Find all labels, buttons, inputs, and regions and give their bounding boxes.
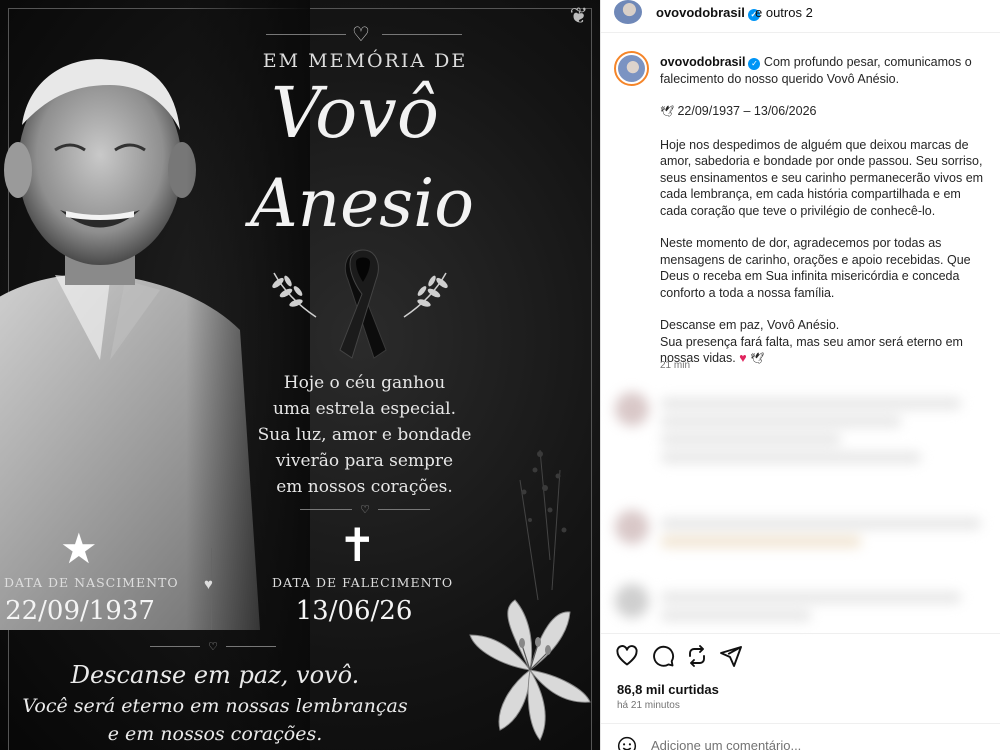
star-icon: ★ xyxy=(60,524,98,573)
caption-line: Sua presença fará falta, mas seu amor se… xyxy=(660,334,963,366)
avatar-image xyxy=(618,55,645,82)
comment-input[interactable] xyxy=(651,738,911,750)
laurel-branch-icon xyxy=(272,272,317,318)
share-icon[interactable] xyxy=(685,644,709,668)
farewell-line: Descanse em paz, vovô. xyxy=(70,661,360,689)
caption-paragraph: Neste momento de dor, agradecemos por to… xyxy=(660,236,971,300)
heart-icon: ♥ xyxy=(204,576,213,593)
heart-icon: ♡ xyxy=(150,640,276,653)
quote-line: Hoje o céu ganhou xyxy=(283,373,446,393)
post-author-username[interactable]: ovovodobrasil ✓ xyxy=(656,5,760,21)
birth-date: 22/09/1937 xyxy=(5,596,155,626)
divider xyxy=(266,34,346,35)
farewell-line: Você será eterno em nossas lembranças xyxy=(22,695,408,717)
post-caption: ovovodobrasil ✓ Com profundo pesar, comun… xyxy=(660,54,990,384)
divider xyxy=(601,32,1000,33)
dove-icon: 🕊 xyxy=(660,106,674,118)
caption-timestamp[interactable]: 21 min xyxy=(660,360,690,371)
caption-paragraph: Hoje nos despedimos de alguém que deixou… xyxy=(660,137,984,218)
avatar[interactable] xyxy=(614,51,649,86)
post-header: ovovodobrasil ✓ e outros 2 xyxy=(601,0,1000,26)
send-icon[interactable] xyxy=(719,644,743,668)
ornament-icon: ❦ xyxy=(569,4,588,29)
caption-username[interactable]: ovovodobrasil xyxy=(660,55,745,69)
heart-icon: ♡ xyxy=(352,24,370,46)
lily-flower-icon xyxy=(469,449,591,741)
verified-icon: ✓ xyxy=(748,58,761,70)
heart-emoji-icon: ♥ xyxy=(739,351,747,365)
likes-count[interactable]: 86,8 mil curtidas xyxy=(617,682,719,697)
memorial-name-first: Vovô xyxy=(271,72,439,154)
caption-line: Descanse em paz, Vovô Anésio. xyxy=(660,318,840,332)
divider xyxy=(382,34,462,35)
heart-icon: ♡ xyxy=(300,503,430,516)
caption-dates: 22/09/1937 – 13/06/2026 xyxy=(677,104,817,118)
dove-icon: 🕊 xyxy=(750,353,765,365)
username-text[interactable]: ovovodobrasil xyxy=(656,5,745,20)
post-timestamp[interactable]: há 21 minutos xyxy=(617,700,680,711)
ribbon-icon xyxy=(339,249,387,359)
quote-line: uma estrela especial. xyxy=(272,399,457,419)
divider xyxy=(601,723,1000,724)
emoji-icon[interactable] xyxy=(617,736,637,750)
heart-icon[interactable] xyxy=(615,644,639,668)
death-date: 13/06/26 xyxy=(295,596,413,626)
avatar[interactable] xyxy=(614,0,642,24)
post-image[interactable]: ❦ ♡ EM MEMÓRIA DE Vovô Anesio Hoje o céu… xyxy=(0,0,600,750)
comments-list-blurred xyxy=(601,378,1000,632)
cross-icon: ✝ xyxy=(338,518,377,572)
divider xyxy=(601,633,1000,634)
laurel-branch-icon xyxy=(403,272,448,318)
farewell-line: e em nossos corações. xyxy=(107,723,323,745)
comment-icon[interactable] xyxy=(651,644,675,668)
post-sidebar: ovovodobrasil ✓ e outros 2 ovovodobrasil ✓… xyxy=(600,0,1000,750)
collaborators-link[interactable]: e outros 2 xyxy=(755,5,813,20)
farewell-text: Descanse em paz, vovô. Você será eterno … xyxy=(0,658,430,748)
death-date-label: DATA DE FALECIMENTO xyxy=(272,575,454,590)
memorial-heading: EM MEMÓRIA DE xyxy=(262,50,468,72)
memorial-name-last: Anesio xyxy=(250,165,474,242)
birth-date-label: DATA DE NASCIMENTO xyxy=(4,575,179,590)
